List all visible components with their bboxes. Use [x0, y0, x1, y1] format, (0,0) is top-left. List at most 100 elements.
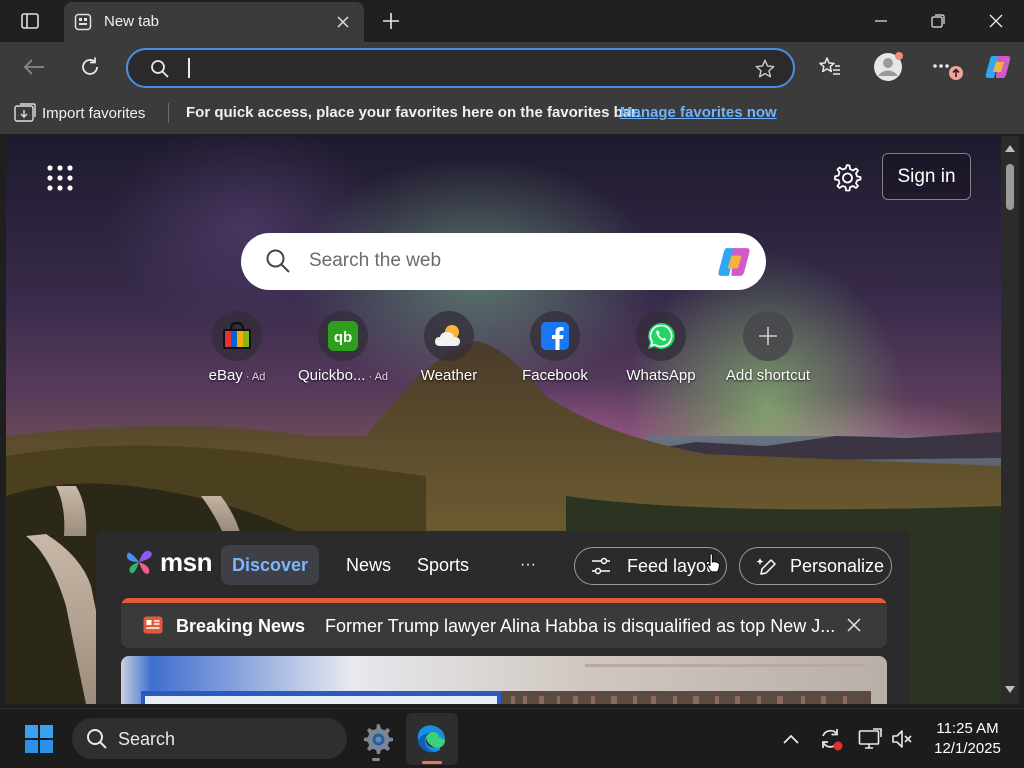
- favorites-bar: Import favorites For quick access, place…: [0, 92, 1024, 134]
- gear-icon: [834, 164, 862, 192]
- sliders-icon: [592, 557, 610, 575]
- scroll-down-arrow-icon[interactable]: [1005, 686, 1015, 694]
- new-tab-button[interactable]: [374, 6, 408, 36]
- favorites-button[interactable]: [812, 49, 848, 85]
- app-running-indicator: [372, 758, 380, 761]
- manage-favorites-link[interactable]: Manage favorites now: [620, 104, 777, 121]
- restore-button[interactable]: [910, 0, 966, 42]
- close-tab-button[interactable]: [330, 10, 356, 34]
- shortcut-facebook[interactable]: Facebook: [505, 311, 605, 391]
- plus-icon: [743, 311, 793, 361]
- feed-layout-button[interactable]: Feed layout: [574, 547, 727, 585]
- copilot-icon[interactable]: [715, 243, 753, 281]
- msn-brand-text: msn: [160, 546, 212, 577]
- page-settings-button[interactable]: [832, 162, 864, 194]
- feed-layout-label: Feed layout: [627, 555, 717, 576]
- taskbar-search-box[interactable]: Search: [72, 718, 347, 759]
- web-search-input[interactable]: [309, 248, 689, 274]
- refresh-icon: [82, 57, 98, 75]
- tab-sports[interactable]: Sports: [417, 545, 469, 585]
- clock-date: 12/1/2025: [934, 740, 1001, 757]
- sync-status-button[interactable]: [818, 726, 844, 752]
- restore-icon: [931, 14, 945, 28]
- ad-label: · Ad: [245, 371, 266, 383]
- newspaper-icon: [143, 616, 163, 634]
- title-bar: New tab: [0, 0, 1024, 42]
- shortcut-label: eBay: [208, 367, 243, 384]
- close-window-button[interactable]: [968, 0, 1024, 42]
- msn-feed: msn Discover News Sports ··· Feed layout…: [96, 531, 910, 704]
- favorites-list-icon: [819, 57, 840, 75]
- scroll-up-arrow-icon[interactable]: [1005, 144, 1015, 152]
- address-bar[interactable]: [126, 48, 795, 88]
- taskbar: Search 11:25 AM 12/1/2025: [0, 708, 1024, 768]
- breaking-news-banner[interactable]: Breaking News Former Trump lawyer Alina …: [121, 598, 887, 648]
- shortcut-label: WhatsApp: [626, 367, 696, 384]
- shortcut-label: Weather: [420, 367, 478, 384]
- refresh-button[interactable]: [72, 49, 108, 85]
- minimize-icon: [875, 20, 887, 22]
- personalize-label: Personalize: [790, 555, 885, 576]
- shortcut-weather[interactable]: Weather: [399, 311, 499, 391]
- new-tab-page-icon: [74, 13, 92, 31]
- start-button[interactable]: [22, 722, 56, 756]
- taskbar-edge-app[interactable]: [406, 713, 458, 765]
- apps-grid-button[interactable]: [46, 164, 74, 192]
- ad-label: · Ad: [368, 371, 389, 383]
- shortcut-label: Quickbo...: [297, 367, 366, 384]
- volume-button[interactable]: [890, 726, 916, 752]
- more-tabs-button[interactable]: ···: [520, 545, 536, 585]
- shortcut-quickbooks[interactable]: qb Quickbo... · Ad: [293, 311, 393, 391]
- avatar-icon: [874, 52, 903, 81]
- sign-in-button[interactable]: Sign in: [882, 153, 971, 200]
- personalize-button[interactable]: Personalize: [739, 547, 892, 585]
- facebook-icon: [530, 311, 580, 361]
- msn-logo[interactable]: msn: [124, 545, 212, 579]
- taskbar-settings-app[interactable]: [358, 719, 396, 761]
- article-photo: [141, 664, 871, 704]
- app-active-indicator: [422, 761, 442, 764]
- search-icon: [266, 249, 290, 273]
- news-article-image[interactable]: [121, 656, 887, 704]
- tab-new-tab[interactable]: New tab: [64, 2, 364, 42]
- msn-butterfly-icon: [126, 550, 152, 574]
- edge-browser-icon: [417, 725, 445, 753]
- search-icon: [151, 60, 169, 78]
- network-status-button[interactable]: [857, 726, 883, 752]
- settings-and-more-button[interactable]: [928, 49, 964, 85]
- tab-discover[interactable]: Discover: [221, 545, 319, 585]
- text-caret: [188, 58, 190, 78]
- copilot-button[interactable]: [980, 49, 1016, 85]
- more-dots-icon: [933, 64, 963, 80]
- minimize-button[interactable]: [853, 0, 909, 42]
- web-search-box[interactable]: [241, 233, 766, 290]
- chevron-up-icon: [783, 734, 799, 744]
- close-icon: [847, 618, 861, 632]
- speaker-muted-icon: [892, 730, 912, 748]
- breaking-news-accent: [121, 598, 887, 603]
- quickbooks-icon: qb: [318, 311, 368, 361]
- show-hidden-icons-button[interactable]: [778, 726, 804, 752]
- shortcut-ebay[interactable]: eBay · Ad: [187, 311, 287, 391]
- import-favorites-button[interactable]: Import favorites: [14, 102, 145, 124]
- breaking-news-headline[interactable]: Former Trump lawyer Alina Habba is disqu…: [325, 616, 835, 637]
- scrollbar-thumb[interactable]: [1006, 164, 1014, 210]
- import-icon: [14, 103, 36, 122]
- tab-actions-button[interactable]: [14, 9, 46, 33]
- tab-news[interactable]: News: [346, 545, 391, 585]
- clock-time: 11:25 AM: [936, 720, 999, 737]
- back-arrow-icon: [23, 59, 44, 75]
- weather-icon: [424, 311, 474, 361]
- shortcut-whatsapp[interactable]: WhatsApp: [611, 311, 711, 391]
- shortcut-label: Add shortcut: [725, 367, 811, 384]
- breaking-news-label: Breaking News: [176, 616, 306, 636]
- tab-actions-icon: [21, 13, 39, 29]
- shortcut-add[interactable]: Add shortcut: [718, 311, 818, 391]
- dismiss-breaking-news-button[interactable]: [841, 612, 867, 638]
- profile-button[interactable]: [870, 49, 906, 85]
- page-scrollbar[interactable]: [1001, 136, 1019, 704]
- divider: [168, 103, 169, 123]
- back-button[interactable]: [16, 49, 52, 85]
- add-favorite-star-icon[interactable]: [754, 58, 776, 80]
- system-clock[interactable]: 11:25 AM 12/1/2025: [925, 719, 1010, 759]
